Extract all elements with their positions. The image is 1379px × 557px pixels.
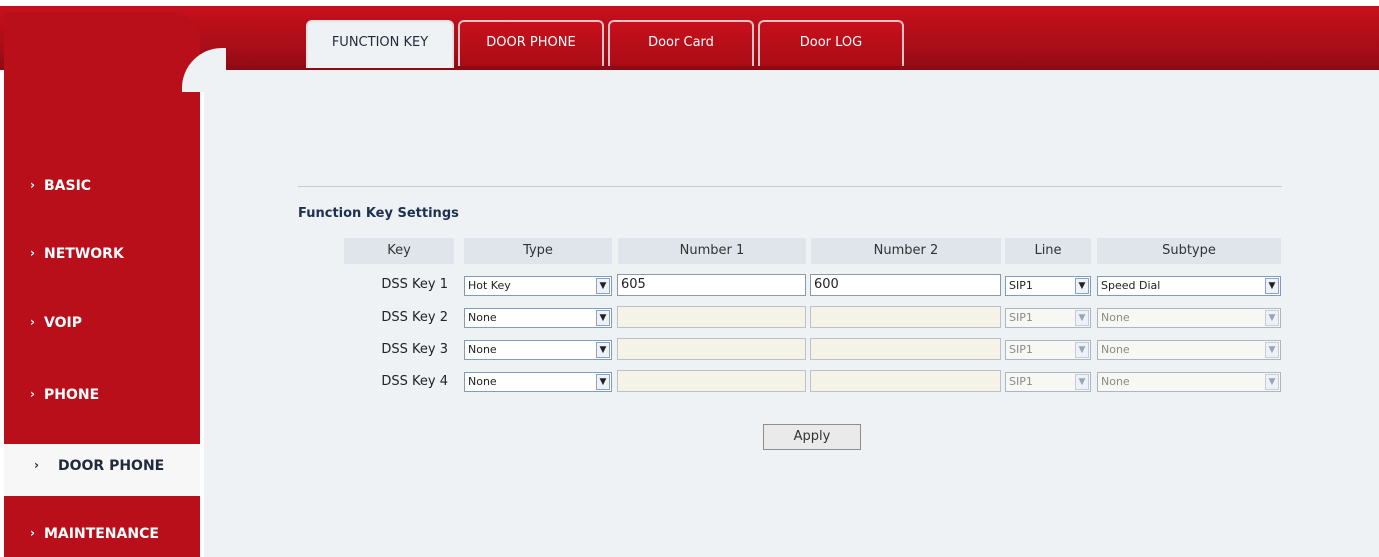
- column-header-number-1: Number 1: [618, 238, 806, 264]
- sidebar-item-basic[interactable]: › BASIC: [4, 176, 200, 232]
- chevron-down-icon: ▼: [596, 278, 610, 294]
- type-select-value: Hot Key: [468, 279, 511, 292]
- key-label: DSS Key 3: [381, 342, 448, 357]
- tab-door-card[interactable]: Door Card: [608, 20, 754, 66]
- chevron-right-icon: ›: [34, 458, 39, 472]
- chevron-down-icon: ▼: [1265, 310, 1279, 326]
- chevron-down-icon: ▼: [1265, 374, 1279, 390]
- sidebar-item-voip[interactable]: › VOIP: [4, 313, 200, 369]
- sidebar-item-label: PHONE: [44, 387, 100, 403]
- section-divider: [298, 186, 1282, 187]
- type-select-value: None: [468, 343, 497, 356]
- number1-input[interactable]: [617, 338, 806, 360]
- chevron-down-icon: ▼: [1075, 310, 1089, 326]
- sidebar-item-network[interactable]: › NETWORK: [4, 244, 200, 300]
- key-label: DSS Key 2: [381, 310, 448, 325]
- sidebar-item-phone[interactable]: › PHONE: [4, 385, 200, 441]
- line-select-value: SIP1: [1009, 343, 1033, 356]
- line-select[interactable]: SIP1 ▼: [1005, 372, 1091, 392]
- subtype-select-value: None: [1101, 375, 1130, 388]
- chevron-right-icon: ›: [30, 178, 35, 192]
- chevron-down-icon: ▼: [1075, 342, 1089, 358]
- line-select-value: SIP1: [1009, 375, 1033, 388]
- line-select[interactable]: SIP1 ▼: [1005, 340, 1091, 360]
- type-select-value: None: [468, 311, 497, 324]
- sidebar-item-label: DOOR PHONE: [58, 458, 165, 474]
- type-select[interactable]: Hot Key ▼: [464, 276, 612, 296]
- subtype-select-value: None: [1101, 311, 1130, 324]
- column-header-number-2: Number 2: [811, 238, 1001, 264]
- chevron-down-icon: ▼: [1265, 342, 1279, 358]
- subtype-select-value: Speed Dial: [1101, 279, 1161, 292]
- subtype-select[interactable]: None ▼: [1097, 340, 1281, 360]
- number1-input[interactable]: [617, 306, 806, 328]
- number2-input[interactable]: [810, 338, 1001, 360]
- line-select[interactable]: SIP1 ▼: [1005, 276, 1091, 296]
- number1-input[interactable]: [617, 370, 806, 392]
- key-label: DSS Key 4: [381, 374, 448, 389]
- sidebar-item-maintenance[interactable]: › MAINTENANCE: [4, 524, 200, 557]
- column-header-key: Key: [344, 238, 454, 264]
- sidebar-item-label: VOIP: [44, 315, 82, 331]
- chevron-right-icon: ›: [30, 246, 35, 260]
- chevron-right-icon: ›: [30, 387, 35, 401]
- chevron-down-icon: ▼: [1075, 278, 1089, 294]
- tab-door-phone[interactable]: DOOR PHONE: [458, 20, 604, 66]
- sidebar-item-label: NETWORK: [44, 246, 124, 262]
- chevron-down-icon: ▼: [596, 310, 610, 326]
- chevron-down-icon: ▼: [596, 374, 610, 390]
- section-title: Function Key Settings: [298, 206, 459, 221]
- subtype-select[interactable]: None ▼: [1097, 308, 1281, 328]
- sidebar-item-door-phone[interactable]: › DOOR PHONE: [4, 444, 200, 496]
- number1-input[interactable]: 605: [617, 274, 806, 296]
- column-header-type: Type: [464, 238, 612, 264]
- line-select[interactable]: SIP1 ▼: [1005, 308, 1091, 328]
- chevron-down-icon: ▼: [1265, 278, 1279, 294]
- chevron-down-icon: ▼: [1075, 374, 1089, 390]
- number2-input[interactable]: [810, 370, 1001, 392]
- number2-input[interactable]: [810, 306, 1001, 328]
- subtype-select[interactable]: None ▼: [1097, 372, 1281, 392]
- chevron-right-icon: ›: [30, 315, 35, 329]
- chevron-down-icon: ▼: [596, 342, 610, 358]
- sidebar-item-label: BASIC: [44, 178, 92, 194]
- type-select[interactable]: None ▼: [464, 308, 612, 328]
- column-header-line: Line: [1005, 238, 1091, 264]
- subtype-select-value: None: [1101, 343, 1130, 356]
- column-header-subtype: Subtype: [1097, 238, 1281, 264]
- sidebar-item-label: MAINTENANCE: [44, 526, 159, 542]
- apply-button[interactable]: Apply: [763, 424, 861, 450]
- tab-door-log[interactable]: Door LOG: [758, 20, 904, 66]
- tab-function-key[interactable]: FUNCTION KEY: [306, 20, 454, 68]
- number2-input[interactable]: 600: [810, 274, 1001, 296]
- type-select-value: None: [468, 375, 497, 388]
- chevron-right-icon: ›: [30, 526, 35, 540]
- line-select-value: SIP1: [1009, 311, 1033, 324]
- type-select[interactable]: None ▼: [464, 372, 612, 392]
- line-select-value: SIP1: [1009, 279, 1033, 292]
- key-label: DSS Key 1: [381, 277, 448, 292]
- subtype-select[interactable]: Speed Dial ▼: [1097, 276, 1281, 296]
- type-select[interactable]: None ▼: [464, 340, 612, 360]
